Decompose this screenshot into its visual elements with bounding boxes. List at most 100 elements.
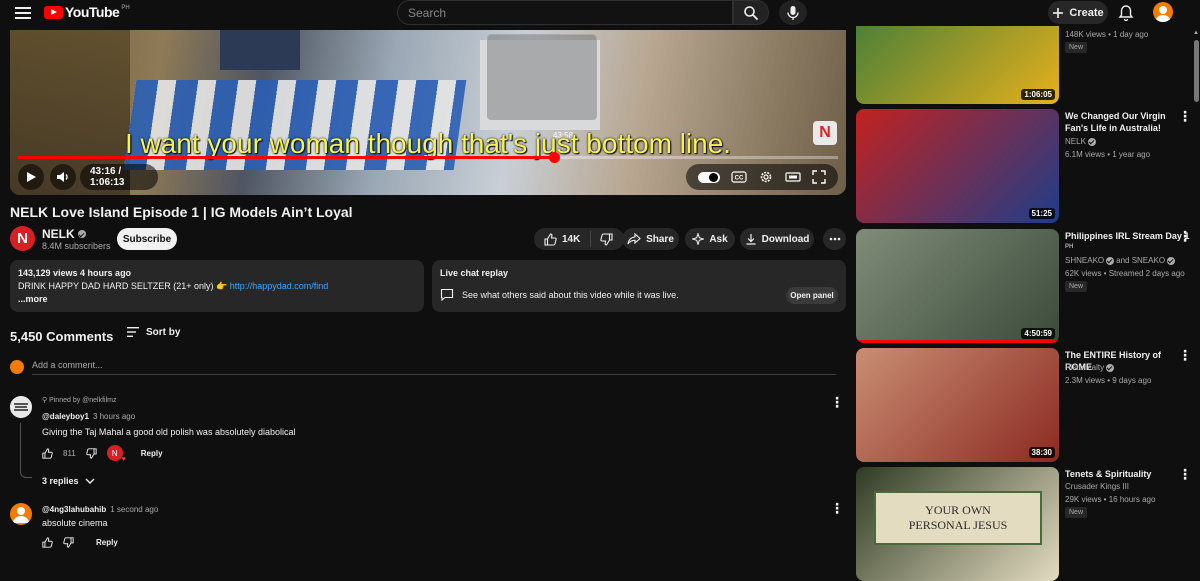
sidebar-channel[interactable]: Crusader Kings III [1065,482,1129,491]
search-input[interactable] [408,5,722,20]
sidebar-video-title[interactable]: We Changed Our Virgin Fan's Life in Aust… [1065,110,1190,134]
subscribe-button[interactable]: Subscribe [117,228,177,250]
sidebar-channel-extra[interactable]: and SNEAKO [1116,256,1165,265]
sidebar-video-title[interactable]: Philippines IRL Stream Day 1 [1065,230,1190,242]
search-button[interactable] [733,0,769,25]
my-avatar [10,360,24,374]
video-player[interactable]: 43:58 I want your woman though that's ju… [10,30,846,195]
download-icon [746,234,756,245]
live-progress [856,340,1059,343]
create-button[interactable]: Create [1048,1,1108,24]
sidebar-menu-icon[interactable] [1176,466,1192,483]
description-box[interactable]: 143,129 views 4 hours ago DRINK HAPPY DA… [10,260,424,312]
comment-menu-icon[interactable] [828,500,844,517]
sidebar-channel-row[interactable]: SHNEAKO and SNEAKO [1065,256,1176,265]
creator-heart-icon: N ♥ [106,445,126,463]
live-chat-title: Live chat replay [440,268,509,278]
comment-menu-icon[interactable] [828,394,844,411]
add-comment-input[interactable]: Add a comment... [32,360,836,375]
account-avatar[interactable] [1153,2,1173,22]
description-line: DRINK HAPPY DAD HARD SELTZER (21+ only) … [18,280,416,293]
page-scrollbar[interactable] [1192,30,1200,552]
comment-like-icon[interactable] [42,447,53,459]
sort-by-button[interactable]: Sort by [126,326,180,338]
sidebar-menu-icon[interactable] [1176,228,1192,245]
channel-avatar[interactable]: N [10,226,35,251]
description-link[interactable]: http://happydad.com/find [230,281,329,291]
view-replies-button[interactable]: 3 replies [42,476,95,486]
play-button[interactable] [18,164,44,190]
logo-text: YouTube [65,4,120,20]
autoplay-toggle[interactable] [697,171,720,183]
verified-check-icon [1087,137,1096,146]
sidebar-thumbnail[interactable]: 38:30 [856,348,1059,462]
comment-dislike-icon[interactable] [86,447,97,459]
fullscreen-icon[interactable] [812,170,826,184]
description-more[interactable]: ...more [18,293,416,306]
share-arrow-icon [627,233,641,245]
thumbnail-banner: YOUR OWN PERSONAL JESUS [874,491,1042,545]
comment-time[interactable]: 3 hours ago [93,412,135,421]
comment-avatar[interactable] [10,396,32,418]
share-label: Share [646,233,674,245]
sidebar-channel-row[interactable]: NELK [1065,137,1096,146]
sidebar-channel[interactable]: NELK [1065,137,1086,146]
comment-reply-button[interactable]: Reply [141,449,163,458]
video-duration: 38:30 [1028,447,1055,458]
sidebar-thumbnail[interactable]: 51:25 [856,109,1059,223]
menu-icon[interactable] [14,5,32,21]
share-button[interactable]: Share [622,228,679,250]
dislike-button[interactable] [591,232,622,246]
verified-check-icon [1106,363,1115,372]
settings-gear-icon[interactable] [759,170,773,184]
volume-icon [57,172,68,182]
comment-author[interactable]: @daleyboy1 [42,412,89,421]
microphone-icon [787,5,799,20]
sidebar-channel-row[interactable]: Historicalty [1065,363,1115,372]
create-label: Create [1069,6,1104,19]
more-actions-button[interactable] [823,228,846,250]
play-logo-icon [44,5,63,19]
ask-button[interactable]: Ask [685,228,735,250]
sidebar-channel[interactable]: SHNEAKO [1065,256,1104,265]
sidebar-video-meta: 62K views • Streamed 2 days ago [1065,269,1185,278]
progress-scrubber[interactable] [548,152,560,163]
open-panel-button[interactable]: Open panel [786,287,838,304]
comment-dislike-icon[interactable] [63,537,74,548]
progress-bar[interactable] [18,152,838,163]
comment-author-row: @4ng3lahubahib 1 second ago [42,505,158,514]
notifications-bell-icon[interactable] [1118,4,1134,22]
voice-search-button[interactable] [779,0,807,25]
comment-actions: Reply [42,537,118,548]
channel-watermark[interactable]: N [813,121,837,145]
scroll-up-arrow-icon[interactable]: ▲ [1193,30,1199,36]
comment-text: Giving the Taj Mahal a good old polish w… [42,427,296,437]
comment-time[interactable]: 1 second ago [110,505,158,514]
sidebar-menu-icon[interactable] [1176,108,1192,125]
channel-name[interactable]: NELK [42,227,75,241]
sidebar-thumbnail[interactable]: 4:50:59 [856,229,1059,343]
comment-author[interactable]: @4ng3lahubahib [42,505,106,514]
sidebar-video-title[interactable]: Tenets & Spirituality [1065,468,1190,480]
thumbnail-text-1: YOUR OWN [925,503,991,517]
comment-avatar[interactable] [10,503,32,525]
new-badge: New [1065,281,1088,292]
comment-like-icon[interactable] [42,537,53,548]
new-badge: New [1065,507,1088,518]
theater-mode-icon[interactable] [784,171,801,183]
video-duration: 4:50:59 [1021,328,1055,339]
captions-icon[interactable]: CC [731,171,747,183]
like-button[interactable]: 14K [534,231,592,247]
channel-name-row[interactable]: NELK [42,227,86,241]
download-button[interactable]: Download [740,228,814,250]
comment-reply-button[interactable]: Reply [96,538,118,547]
sidebar-channel[interactable]: Historicalty [1065,363,1104,372]
sidebar-thumbnail[interactable]: YOUR OWN PERSONAL JESUS [856,467,1059,581]
scrollbar-thumb[interactable] [1194,40,1199,102]
youtube-logo[interactable]: YouTube PH [44,4,130,20]
mute-button[interactable] [50,164,76,190]
sidebar-menu-icon[interactable] [1176,347,1192,364]
verified-check-icon [1106,256,1115,265]
thumbnail-text-2: PERSONAL JESUS [908,518,1008,532]
search-box [397,0,733,25]
